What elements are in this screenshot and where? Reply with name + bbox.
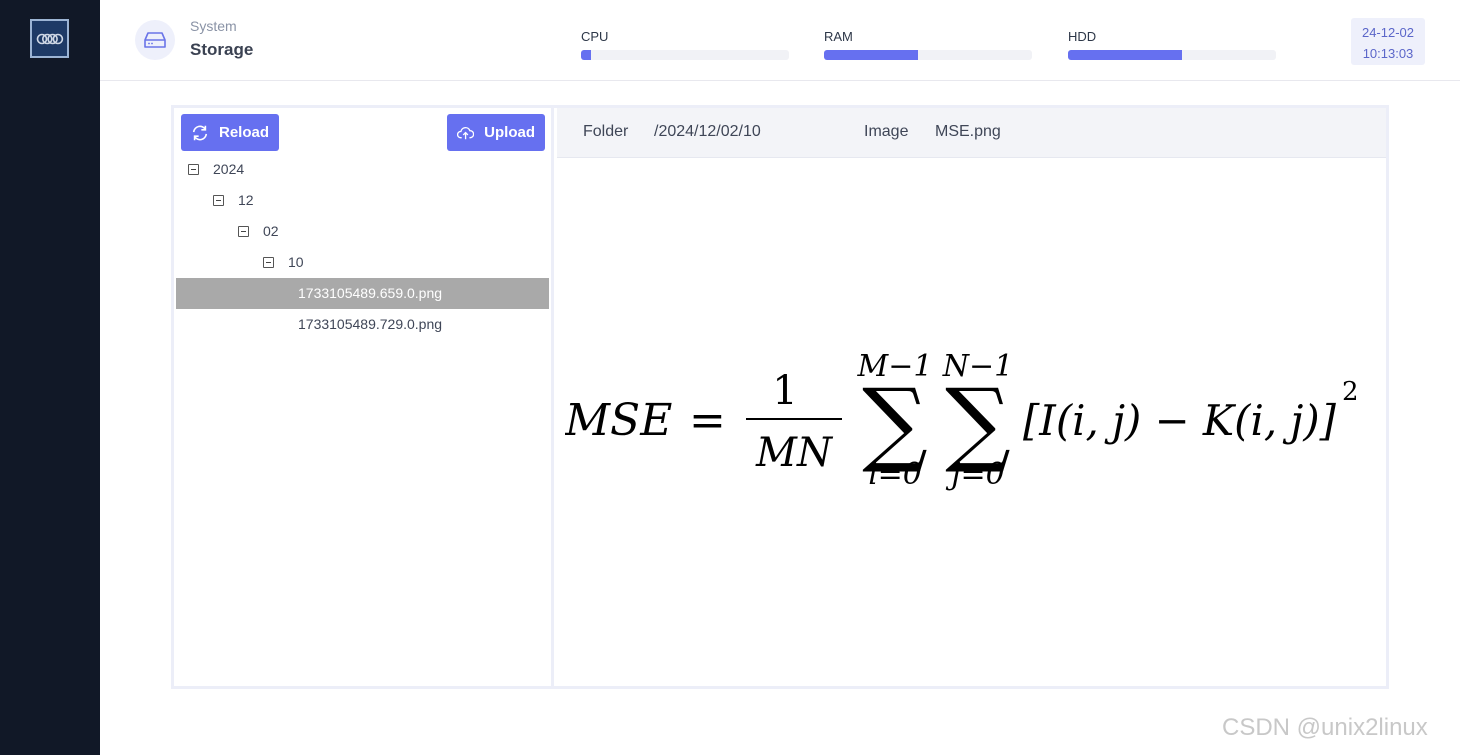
reload-button[interactable]: Reload	[181, 114, 279, 151]
time-text: 10:13:03	[1362, 46, 1414, 61]
collapse-toggle-icon[interactable]	[213, 195, 224, 206]
formula-denominator: MN	[755, 430, 834, 476]
app-logo[interactable]	[30, 19, 69, 58]
file-name: 1733105489.729.0.png	[298, 316, 443, 332]
datetime-badge: 24-12-02 10:13:03	[1351, 18, 1425, 65]
folder-tree: 2024 12 02 10 1733105489.659.0.png 17331…	[174, 154, 551, 340]
reload-label: Reload	[218, 124, 269, 141]
refresh-icon	[192, 125, 208, 140]
sum1-lower: i=0	[868, 457, 922, 492]
tree-node-label: 10	[288, 254, 304, 270]
image-viewer: Folder /2024/12/02/10 Image MSE.png MSE …	[557, 108, 1386, 686]
formula-numerator: 1	[772, 368, 797, 414]
ram-bar	[824, 50, 1032, 60]
svg-text:=: =	[689, 395, 726, 446]
top-header: System Storage CPU RAM HDD 24-12-02 10:1…	[100, 0, 1460, 81]
upload-button[interactable]: Upload	[447, 114, 545, 151]
cloud-upload-icon	[457, 126, 475, 139]
tree-node-day[interactable]: 02	[174, 216, 551, 247]
collapse-toggle-icon[interactable]	[238, 226, 249, 237]
cpu-bar-fill	[581, 50, 592, 60]
hard-drive-icon	[135, 20, 175, 60]
file-tree-pane: Reload Upload 2024 12 02 10 1733105489.6…	[174, 108, 554, 686]
tree-file-item-selected[interactable]: 1733105489.659.0.png	[176, 278, 549, 309]
sidebar	[0, 0, 100, 755]
watermark-text: CSDN @unix2linux	[1222, 714, 1428, 741]
formula-body: [I(i, j) − K(i, j)]	[1023, 396, 1337, 445]
cpu-meter: CPU	[581, 29, 789, 60]
formula-lhs: MSE	[565, 395, 672, 446]
tree-node-label: 12	[238, 192, 254, 208]
formula-exponent: 2	[1342, 377, 1359, 407]
tree-node-year[interactable]: 2024	[174, 154, 551, 185]
date-text: 24-12-02	[1361, 25, 1415, 40]
cpu-label: CPU	[581, 29, 609, 44]
folder-path: /2024/12/02/10	[654, 123, 761, 140]
upload-label: Upload	[484, 124, 535, 141]
collapse-toggle-icon[interactable]	[263, 257, 274, 268]
image-label: Image	[864, 123, 909, 140]
tree-node-label: 2024	[213, 161, 245, 177]
tree-node-month[interactable]: 12	[174, 185, 551, 216]
hdd-bar	[1068, 50, 1276, 60]
cpu-bar	[581, 50, 789, 60]
tree-node-label: 02	[263, 223, 279, 239]
image-filename: MSE.png	[935, 123, 1001, 140]
sum2-lower: j=0	[945, 457, 1005, 492]
logo-rings-icon	[36, 33, 63, 44]
folder-label: Folder	[583, 123, 629, 140]
hdd-bar-fill	[1068, 50, 1183, 60]
page-title: Storage	[190, 40, 254, 59]
viewer-info-bar: Folder /2024/12/02/10 Image MSE.png	[557, 108, 1386, 158]
storage-panel: Reload Upload 2024 12 02 10 1733105489.6…	[171, 105, 1389, 689]
hdd-meter: HDD	[1068, 29, 1276, 60]
tree-file-item[interactable]: 1733105489.729.0.png	[174, 309, 551, 340]
mse-formula-image: MSE = 1 MN M−1 ∑ i=0 N−1 ∑ j=0 [I(i, j) …	[565, 352, 1359, 492]
ram-meter: RAM	[824, 29, 1032, 60]
ram-label: RAM	[824, 29, 853, 44]
ram-bar-fill	[824, 50, 918, 60]
file-name: 1733105489.659.0.png	[298, 285, 443, 301]
hdd-label: HDD	[1068, 29, 1097, 44]
tree-node-hour[interactable]: 10	[174, 247, 551, 278]
collapse-toggle-icon[interactable]	[188, 164, 199, 175]
breadcrumb-section: System	[190, 18, 237, 34]
